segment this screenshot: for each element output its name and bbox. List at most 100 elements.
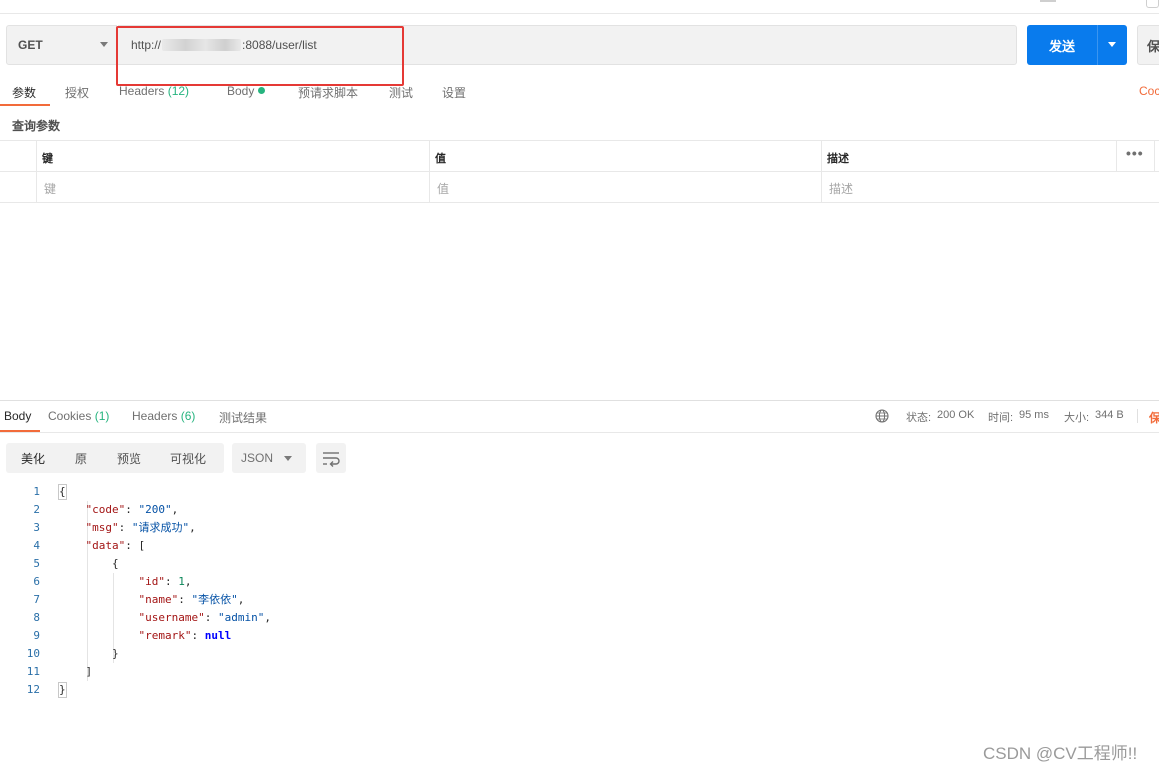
send-button[interactable]: 发送 [1027,25,1097,65]
annotation-highlight-box [116,26,404,86]
send-options-button[interactable] [1097,25,1127,65]
tab-headers[interactable]: Headers (12) [119,84,189,102]
chevron-down-icon [1108,42,1116,47]
response-tab-test-results[interactable]: 测试结果 [219,409,267,426]
chevron-down-icon [284,456,292,461]
code-text: "data": [ [85,539,146,552]
tab-count: (6) [180,409,196,423]
json-key: "msg" [85,521,119,534]
code-text: "code": "200", [85,503,179,516]
save-button[interactable]: 保 [1137,25,1159,65]
line-number: 6 [33,575,40,588]
size-value[interactable]: 344 B [1095,409,1124,421]
view-preview-button[interactable]: 预览 [117,443,141,473]
view-pretty-button[interactable]: 美化 [21,443,45,473]
code-text: { [111,557,119,570]
column-header-key: 键 [42,153,53,165]
tab-body[interactable]: Body [227,84,266,102]
value-input[interactable]: 值 [437,180,449,197]
tab-label: 授权 [65,86,90,100]
line-number: 4 [33,539,40,552]
wrap-lines-button[interactable] [316,443,346,473]
tab-label: Cookies [48,409,92,423]
code-line: 9 "remark": null [0,627,700,645]
response-tab-headers[interactable]: Headers (6) [132,409,195,423]
tab-tests[interactable]: 测试 [389,84,413,102]
code-line: 8 "username": "admin", [0,609,700,627]
size-label: 大小: [1064,412,1090,424]
window-control-mark[interactable] [1146,0,1159,8]
line-number: 10 [26,647,40,660]
json-key: "remark" [138,629,192,642]
tab-pre-request-script[interactable]: 预请求脚本 [298,84,358,102]
line-number: 5 [33,557,40,570]
json-key: "name" [138,593,179,606]
json-value: null [204,629,232,642]
tab-label: Body [4,409,32,423]
tab-auth[interactable]: 授权 [65,84,89,102]
code-line: 11 ] [0,663,700,681]
tab-label: 设置 [442,86,467,100]
active-tab-indicator [0,104,50,106]
tab-count: (1) [94,409,110,423]
line-number: 1 [33,485,40,498]
save-button-label: 保 [1147,38,1159,54]
chevron-down-icon [100,42,108,47]
line-number: 12 [26,683,40,696]
response-tab-cookies[interactable]: Cookies (1) [48,409,109,423]
json-value: "200" [138,503,172,516]
globe-icon[interactable] [875,409,889,423]
tab-label: Headers [119,84,165,98]
code-text: "remark": null [138,629,232,642]
line-number: 7 [33,593,40,606]
method-label: GET [18,38,43,52]
code-text: "username": "admin", [138,611,271,624]
response-body-editor[interactable]: 1{2 "code": "200", 3 "msg": "请求成功", 4 "dat… [0,483,700,699]
status-dot-icon [258,87,266,94]
json-value: "请求成功" [131,521,190,534]
time-value[interactable]: 95 ms [1019,409,1049,421]
code-line: 4 "data": [ [0,537,700,555]
tab-settings[interactable]: 设置 [442,84,466,102]
code-text: } [111,647,119,660]
code-line: 2 "code": "200", [0,501,700,519]
status-value[interactable]: 200 OK [937,409,974,421]
key-input[interactable]: 键 [44,180,56,197]
code-line: 3 "msg": "请求成功", [0,519,700,537]
code-line: 7 "name": "李依依", [0,591,700,609]
format-select[interactable]: JSON [232,443,306,473]
tab-params[interactable]: 参数 [12,84,36,102]
table-border-top [0,140,1159,141]
description-input[interactable]: 描述 [829,180,853,197]
json-key: "code" [85,503,126,516]
view-raw-button[interactable]: 原 [75,443,87,473]
minimize-mark[interactable] [1040,0,1056,2]
table-col-divider [1116,140,1117,171]
table-col-divider [821,140,822,202]
response-divider[interactable] [0,400,1159,401]
watermark: CSDN @CV工程师!! [983,744,1138,763]
save-response-button[interactable]: 保 [1149,409,1159,426]
column-header-value: 值 [435,153,446,165]
table-col-divider [36,140,37,202]
json-value: [ [138,539,146,552]
time-label: 时间: [988,412,1014,424]
code-link[interactable]: Coc [1139,84,1159,98]
line-number: 3 [33,521,40,534]
method-select[interactable]: GET [6,25,117,65]
tab-label: 预请求脚本 [298,86,359,100]
code-text: ] [85,665,93,678]
response-tab-body[interactable]: Body [4,409,31,423]
code-text: "name": "李依依", [138,593,245,606]
line-number: 9 [33,629,40,642]
response-tabs-border [0,432,1159,433]
code-line: 1{ [0,483,700,501]
line-number: 11 [26,665,40,678]
wrap-lines-icon [323,452,340,467]
view-visualize-button[interactable]: 可视化 [170,443,206,473]
line-number: 8 [33,611,40,624]
tab-label: 测试结果 [219,411,268,425]
more-options-icon[interactable]: ••• [1126,145,1144,161]
code-line: 5 { [0,555,700,573]
json-key: "id" [138,575,165,588]
